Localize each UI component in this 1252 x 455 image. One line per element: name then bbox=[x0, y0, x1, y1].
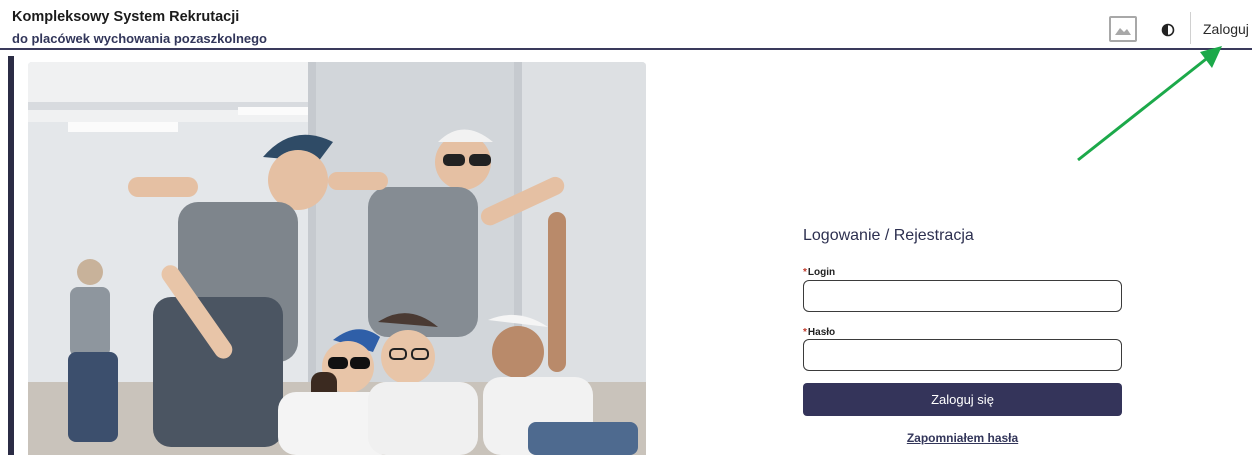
form-title: Logowanie / Rejestracja bbox=[803, 227, 974, 244]
password-input[interactable] bbox=[803, 339, 1122, 371]
required-marker: * bbox=[803, 267, 807, 278]
login-input[interactable] bbox=[803, 280, 1122, 312]
login-label: *Login bbox=[803, 267, 835, 278]
app-subtitle: do placówek wychowania pozaszkolnego bbox=[12, 31, 267, 46]
password-label: *Hasło bbox=[803, 327, 835, 338]
image-toggle-button[interactable] bbox=[1109, 16, 1137, 42]
photo-dancing-teens-icon bbox=[28, 62, 646, 455]
hero-photo bbox=[28, 62, 646, 455]
contrast-toggle-button[interactable] bbox=[1158, 20, 1178, 40]
login-label-text: Login bbox=[807, 267, 836, 278]
forgot-password-link[interactable]: Zapomniałem hasła bbox=[803, 431, 1122, 445]
image-icon bbox=[1115, 28, 1131, 35]
header-login-link[interactable]: Zaloguj bbox=[1203, 21, 1249, 37]
login-submit-button[interactable]: Zaloguj się bbox=[803, 383, 1122, 416]
app-title: Kompleksowy System Rekrutacji bbox=[12, 9, 240, 25]
green-arrow-annotation bbox=[1060, 40, 1230, 175]
left-accent-bar bbox=[8, 56, 14, 455]
contrast-icon bbox=[1161, 23, 1175, 37]
green-arrow-icon bbox=[1077, 46, 1222, 162]
required-marker: * bbox=[803, 327, 807, 338]
password-label-text: Hasło bbox=[807, 327, 836, 338]
